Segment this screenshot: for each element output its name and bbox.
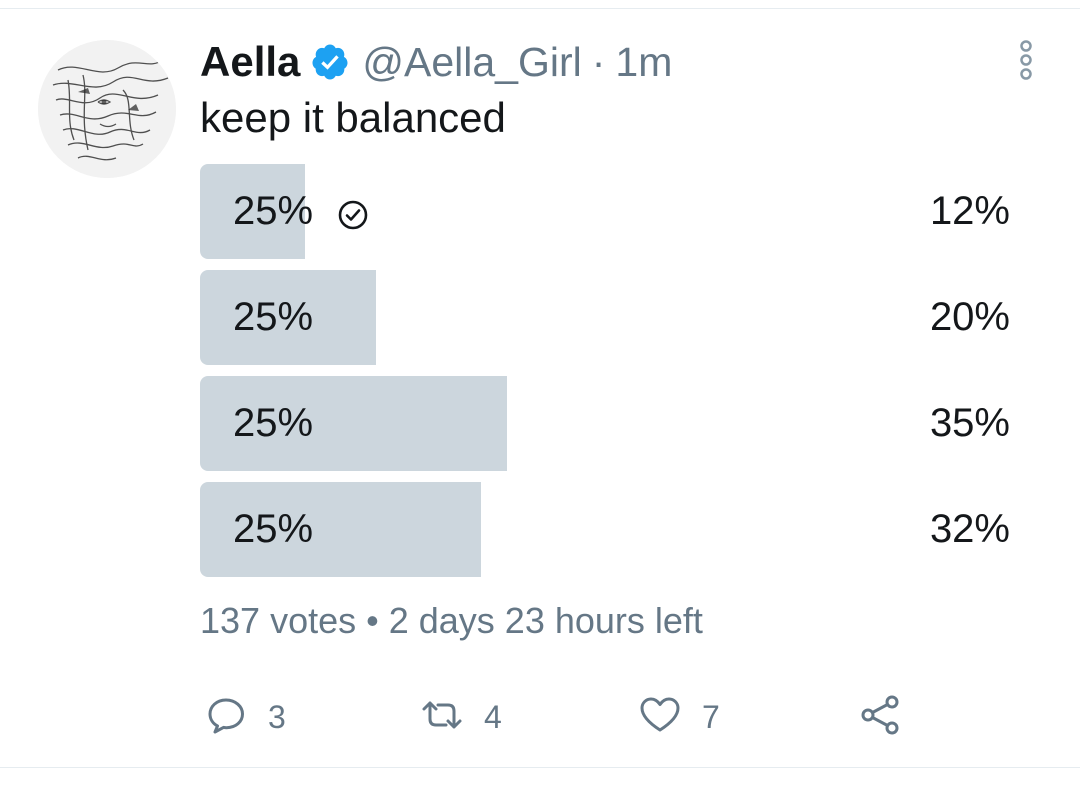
display-name[interactable]: Aella (200, 38, 300, 86)
poll-option-text: 25% (233, 401, 314, 445)
poll-option: 25% 32% (200, 482, 1020, 577)
verified-badge-icon (310, 42, 350, 82)
poll-option-percent: 12% (929, 189, 1010, 233)
header-separator: · (591, 38, 606, 85)
poll-option-percent: 20% (929, 295, 1010, 339)
poll-meta-bullet: • (366, 600, 379, 641)
poll-option-label: 25% (233, 270, 313, 365)
avatar[interactable] (38, 40, 176, 178)
tweet-actions: 3 4 7 (200, 692, 920, 742)
like-icon (638, 693, 682, 742)
retweet-button[interactable]: 4 (420, 692, 502, 742)
poll-option-text: 25% (233, 295, 314, 339)
reply-icon (204, 693, 248, 742)
poll-option-label: 25% (233, 482, 313, 577)
retweet-icon (420, 693, 464, 742)
share-button[interactable] (858, 692, 902, 742)
user-handle[interactable]: @Aella_Girl (362, 39, 581, 86)
poll-meta: 137 votes • 2 days 23 hours left (200, 600, 703, 642)
reply-count: 3 (268, 698, 286, 735)
like-count: 7 (702, 698, 720, 735)
poll-time-left: 2 days 23 hours left (388, 600, 703, 641)
check-icon (337, 196, 369, 229)
poll-option-text: 25% (233, 507, 314, 551)
poll-option: 25% 12% (200, 164, 1020, 259)
reply-button[interactable]: 3 (204, 692, 286, 742)
poll-option-text: 25% (233, 189, 314, 233)
poll-vote-count: 137 votes (200, 600, 357, 641)
avatar-image (38, 40, 176, 178)
poll-option: 25% 20% (200, 270, 1020, 365)
poll-option: 25% 35% (200, 376, 1020, 471)
share-icon (858, 693, 902, 742)
top-divider (0, 8, 1080, 9)
tweet-header: Aella @Aella_Girl · 1m (200, 36, 672, 88)
more-options-icon[interactable] (1012, 38, 1040, 82)
poll-option-percent: 32% (929, 507, 1010, 551)
like-button[interactable]: 7 (638, 692, 720, 742)
poll: 25% 12% 25% 20% 25% 35% 25% 32% (200, 164, 1020, 588)
tweet-text: keep it balanced (200, 94, 506, 141)
retweet-count: 4 (484, 698, 502, 735)
tweet-timestamp[interactable]: 1m (615, 39, 672, 86)
bottom-divider (0, 767, 1080, 768)
poll-option-percent: 35% (929, 401, 1010, 445)
poll-option-label: 25% (233, 164, 369, 259)
poll-option-label: 25% (233, 376, 313, 471)
